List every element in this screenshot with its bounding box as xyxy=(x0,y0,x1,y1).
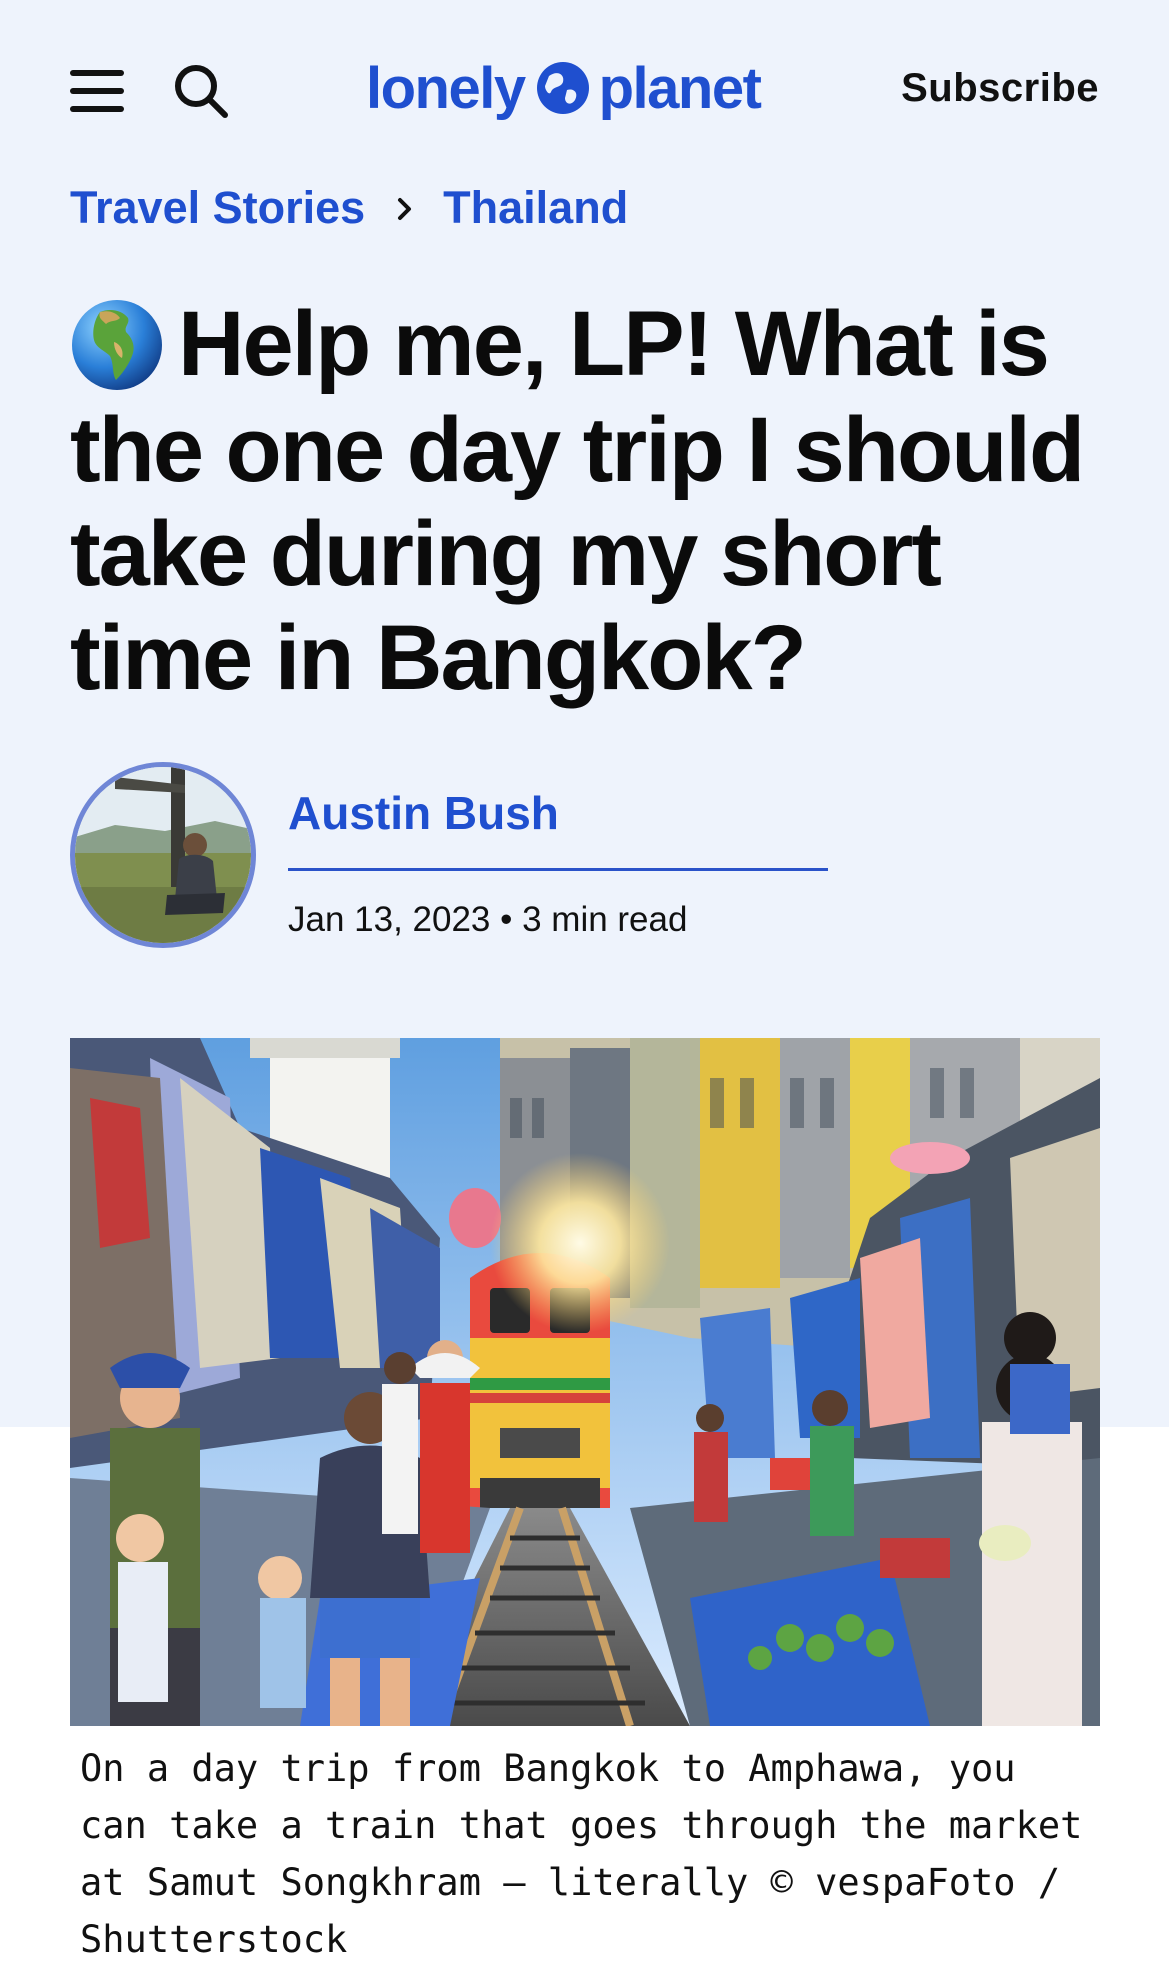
author-avatar[interactable] xyxy=(70,762,256,948)
author-photo xyxy=(75,767,251,943)
train-market-photo xyxy=(70,1038,1100,1726)
lonely-planet-logo[interactable]: lonely planet xyxy=(366,48,762,128)
hero-image xyxy=(70,1038,1100,1726)
search-icon[interactable] xyxy=(172,62,230,120)
article-title-text: Help me, LP! What is the one day trip I … xyxy=(70,293,1085,709)
globe-icon xyxy=(536,62,589,114)
logo-text-right: planet xyxy=(598,55,762,121)
article-meta: Jan 13, 2023 • 3 min read xyxy=(288,900,688,939)
site-header: lonely planet Subscribe xyxy=(0,0,1169,180)
logo-text-left: lonely xyxy=(366,55,526,121)
author-name[interactable]: Austin Bush xyxy=(288,786,559,840)
hamburger-menu-icon[interactable] xyxy=(70,68,126,112)
author-byline: Austin Bush Jan 13, 2023 • 3 min read xyxy=(70,762,1070,962)
subscribe-button[interactable]: Subscribe xyxy=(901,66,1099,111)
image-caption: On a day trip from Bangkok to Amphawa, y… xyxy=(80,1747,1083,1961)
breadcrumb-thailand[interactable]: Thailand xyxy=(443,182,628,234)
author-divider xyxy=(288,868,828,871)
chevron-right-icon xyxy=(398,198,412,220)
globe-europe-africa-icon xyxy=(72,299,162,390)
breadcrumb-travel-stories[interactable]: Travel Stories xyxy=(70,182,365,234)
article-title: Help me, LP! What is the one day trip I … xyxy=(70,292,1110,710)
breadcrumb: Travel Stories Thailand xyxy=(70,182,628,234)
